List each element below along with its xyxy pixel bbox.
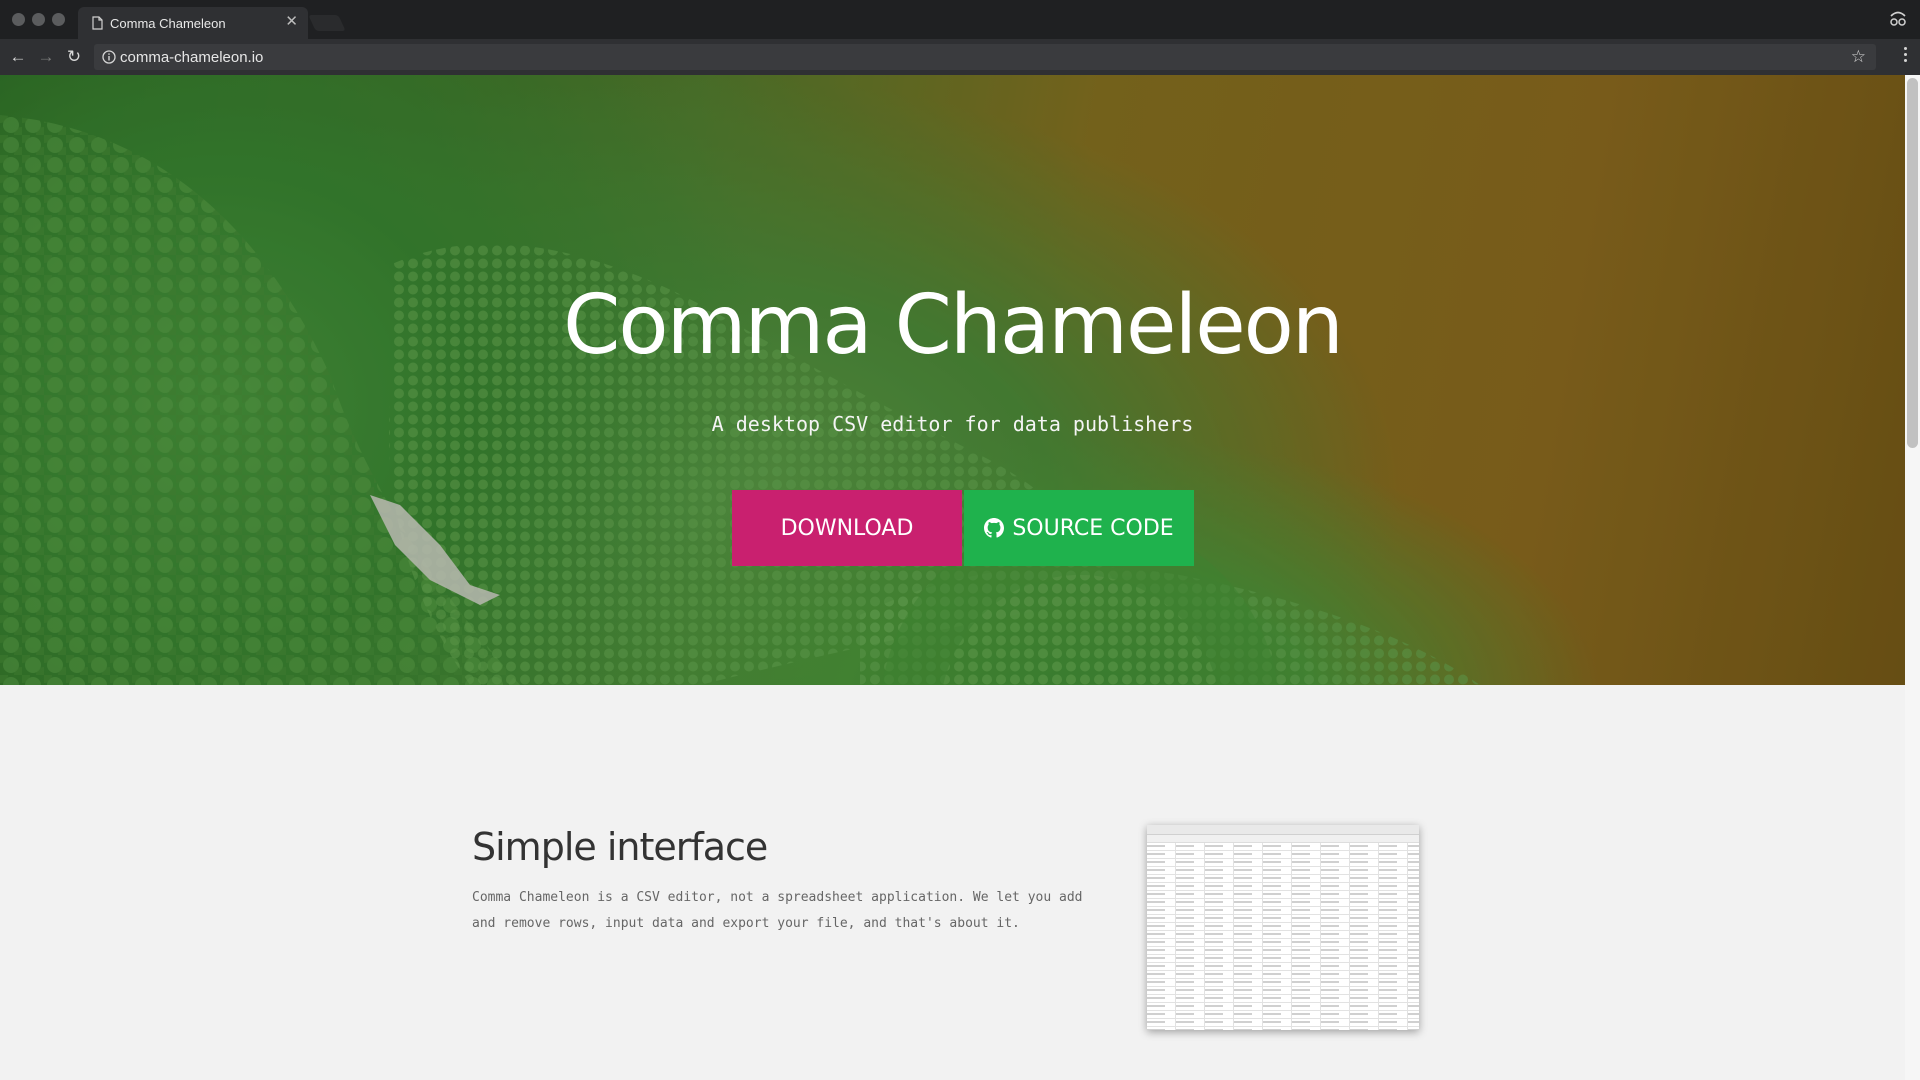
star-icon[interactable]: ☆	[1851, 47, 1866, 67]
hero-title: Comma Chameleon	[563, 278, 1344, 373]
screenshot-titlebar	[1147, 825, 1419, 835]
github-icon	[984, 518, 1005, 538]
browser-tab[interactable]: Comma Chameleon ✕	[78, 7, 308, 39]
window-maximize-dot[interactable]	[52, 13, 65, 26]
hero-section: Comma Chameleon A desktop CSV editor for…	[0, 75, 1905, 685]
download-button-label: DOWNLOAD	[780, 515, 914, 541]
source-code-button-label: SOURCE CODE	[1012, 515, 1174, 541]
page-icon	[92, 16, 103, 30]
hero-overlay	[0, 75, 1905, 685]
menu-icon[interactable]	[1902, 47, 1908, 67]
close-icon[interactable]: ✕	[285, 14, 298, 30]
app-screenshot	[1147, 825, 1419, 1030]
feature-title: Simple interface	[472, 825, 768, 869]
back-arrow-icon[interactable]: ←	[8, 47, 28, 67]
address-bar[interactable]: comma-chameleon.io ☆	[94, 44, 1876, 70]
profile-icon[interactable]	[1888, 10, 1908, 28]
screenshot-header-row	[1147, 835, 1419, 843]
download-button[interactable]: DOWNLOAD	[732, 490, 962, 566]
page-viewport: Comma Chameleon A desktop CSV editor for…	[0, 75, 1905, 1080]
window-minimize-dot[interactable]	[32, 13, 45, 26]
tab-title: Comma Chameleon	[110, 16, 226, 31]
url-text[interactable]: comma-chameleon.io	[120, 49, 263, 66]
reload-icon[interactable]: ↻	[64, 47, 84, 67]
source-code-button[interactable]: SOURCE CODE	[964, 490, 1194, 566]
info-icon[interactable]	[102, 50, 116, 64]
screenshot-cells	[1147, 843, 1419, 1030]
browser-toolbar: ← → ↻ comma-chameleon.io ☆	[0, 39, 1920, 75]
browser-titlebar: Comma Chameleon ✕	[0, 0, 1920, 39]
new-tab-button[interactable]	[308, 15, 346, 31]
window-close-dot[interactable]	[12, 13, 25, 26]
feature-description: Comma Chameleon is a CSV editor, not a s…	[472, 890, 1083, 931]
hero-subtitle: A desktop CSV editor for data publishers	[711, 412, 1194, 436]
forward-arrow-icon[interactable]: →	[36, 47, 56, 67]
scrollbar-thumb[interactable]	[1907, 78, 1918, 448]
